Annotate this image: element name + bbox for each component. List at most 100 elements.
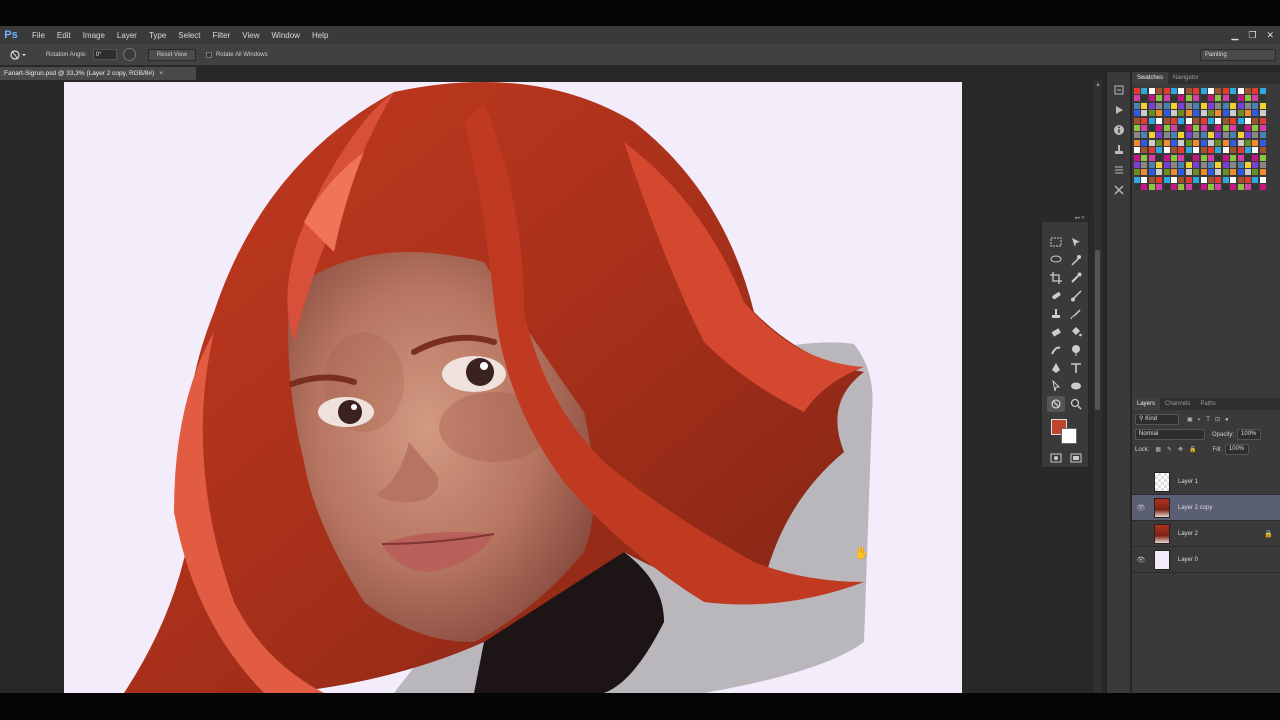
screen-mode-icon[interactable] (1067, 450, 1085, 466)
color-swatch[interactable] (1215, 147, 1222, 154)
eye-icon[interactable]: 👁 (1132, 504, 1150, 512)
color-swatch[interactable] (1245, 132, 1251, 139)
color-swatch[interactable] (1171, 95, 1177, 102)
color-swatch[interactable] (1156, 102, 1163, 109)
color-swatch[interactable] (1208, 95, 1214, 102)
color-swatch[interactable] (1148, 154, 1155, 161)
color-swatch[interactable] (1222, 162, 1229, 168)
color-swatch[interactable] (1178, 88, 1185, 94)
color-swatch[interactable] (1222, 110, 1229, 117)
color-swatch[interactable] (1200, 139, 1207, 146)
color-swatch[interactable] (1148, 125, 1155, 131)
tool-presets-panel-icon[interactable] (1107, 160, 1131, 180)
healing-brush-tool-icon[interactable] (1047, 288, 1065, 304)
menu-image[interactable]: Image (77, 31, 111, 40)
menu-edit[interactable]: Edit (51, 31, 77, 40)
color-swatch[interactable] (1208, 139, 1214, 146)
dodge-tool-icon[interactable] (1067, 342, 1085, 358)
color-swatch[interactable] (1200, 184, 1207, 191)
color-swatch[interactable] (1156, 162, 1163, 168)
color-swatch[interactable] (1222, 88, 1229, 94)
rotate-view-tool-icon[interactable] (1047, 396, 1065, 412)
color-swatch[interactable] (1156, 147, 1163, 154)
color-swatch[interactable] (1200, 132, 1207, 139)
tab-paths[interactable]: Paths (1195, 398, 1220, 410)
color-swatch[interactable] (1208, 88, 1214, 94)
color-swatch[interactable] (1193, 184, 1200, 191)
color-swatch[interactable] (1245, 110, 1251, 117)
color-swatch[interactable] (1171, 184, 1177, 191)
color-swatch[interactable] (1259, 176, 1266, 183)
color-swatch[interactable] (1200, 147, 1207, 154)
color-swatch[interactable] (1193, 176, 1200, 183)
color-swatch[interactable] (1163, 88, 1170, 94)
color-swatch[interactable] (1252, 125, 1259, 131)
color-swatch[interactable] (1245, 125, 1251, 131)
color-swatch[interactable] (1259, 147, 1266, 154)
color-swatch[interactable] (1141, 154, 1148, 161)
color-swatch[interactable] (1171, 169, 1177, 176)
reset-view-button[interactable]: Reset View (147, 48, 196, 61)
color-swatch[interactable] (1178, 169, 1185, 176)
color-swatch[interactable] (1141, 102, 1148, 109)
color-swatch[interactable] (1141, 95, 1148, 102)
color-swatch[interactable] (1259, 184, 1266, 191)
color-swatch[interactable] (1245, 102, 1251, 109)
color-swatch[interactable] (1178, 184, 1185, 191)
color-swatch[interactable] (1230, 169, 1237, 176)
close-document-icon[interactable]: × (159, 70, 163, 77)
color-swatch[interactable] (1163, 132, 1170, 139)
brush-tool-icon[interactable] (1067, 288, 1085, 304)
color-swatch[interactable] (1245, 176, 1251, 183)
menu-select[interactable]: Select (172, 31, 206, 40)
layer-row-layer-2-copy[interactable]: 👁 Layer 2 copy (1132, 495, 1280, 521)
color-swatch[interactable] (1193, 117, 1200, 124)
blend-mode-select[interactable]: Normal (1135, 429, 1205, 440)
color-swatch[interactable] (1178, 125, 1185, 131)
color-swatch[interactable] (1178, 162, 1185, 168)
color-swatch[interactable] (1134, 184, 1140, 191)
color-swatch[interactable] (1200, 176, 1207, 183)
color-swatch[interactable] (1200, 88, 1207, 94)
color-swatch[interactable] (1245, 147, 1251, 154)
eyedropper-tool-icon[interactable] (1067, 270, 1085, 286)
color-swatch[interactable] (1141, 110, 1148, 117)
color-swatch[interactable] (1259, 162, 1266, 168)
color-swatch[interactable] (1134, 139, 1140, 146)
color-swatch[interactable] (1237, 162, 1244, 168)
color-swatch[interactable] (1148, 88, 1155, 94)
document-canvas[interactable]: ✋ (64, 82, 962, 693)
color-swatch[interactable] (1252, 110, 1259, 117)
color-swatch[interactable] (1215, 184, 1222, 191)
color-swatch[interactable] (1230, 125, 1237, 131)
layer-row-layer-0[interactable]: 👁 Layer 0 (1132, 547, 1280, 573)
color-swatch[interactable] (1185, 154, 1192, 161)
menu-view[interactable]: View (236, 31, 265, 40)
color-swatch[interactable] (1200, 110, 1207, 117)
color-swatch[interactable] (1208, 162, 1214, 168)
color-swatch[interactable] (1185, 110, 1192, 117)
tools-panel-header[interactable]: ◂◂ ✕ (1042, 214, 1088, 222)
color-swatch[interactable] (1259, 154, 1266, 161)
document-tab[interactable]: Fanart-Sigrun.psd @ 33,3% (Layer 2 copy,… (0, 67, 196, 80)
move-tool-icon[interactable] (1067, 234, 1085, 250)
color-swatch[interactable] (1134, 102, 1140, 109)
history-brush-tool-icon[interactable] (1067, 306, 1085, 322)
color-swatch[interactable] (1185, 88, 1192, 94)
color-swatch[interactable] (1237, 88, 1244, 94)
color-swatch[interactable] (1185, 125, 1192, 131)
color-swatch[interactable] (1163, 102, 1170, 109)
color-swatch[interactable] (1171, 102, 1177, 109)
color-swatch[interactable] (1156, 110, 1163, 117)
menu-file[interactable]: File (26, 31, 51, 40)
color-swatch[interactable] (1171, 117, 1177, 124)
color-swatch[interactable] (1252, 95, 1259, 102)
color-swatch[interactable] (1259, 95, 1266, 102)
lock-options-icons[interactable]: ▦✎✥🔒 (1155, 446, 1202, 453)
color-swatch[interactable] (1215, 169, 1222, 176)
color-swatch[interactable] (1134, 147, 1140, 154)
color-swatch[interactable] (1252, 154, 1259, 161)
ellipse-tool-icon[interactable] (1067, 378, 1085, 394)
color-swatch[interactable] (1178, 110, 1185, 117)
pen-tool-icon[interactable] (1047, 360, 1065, 376)
